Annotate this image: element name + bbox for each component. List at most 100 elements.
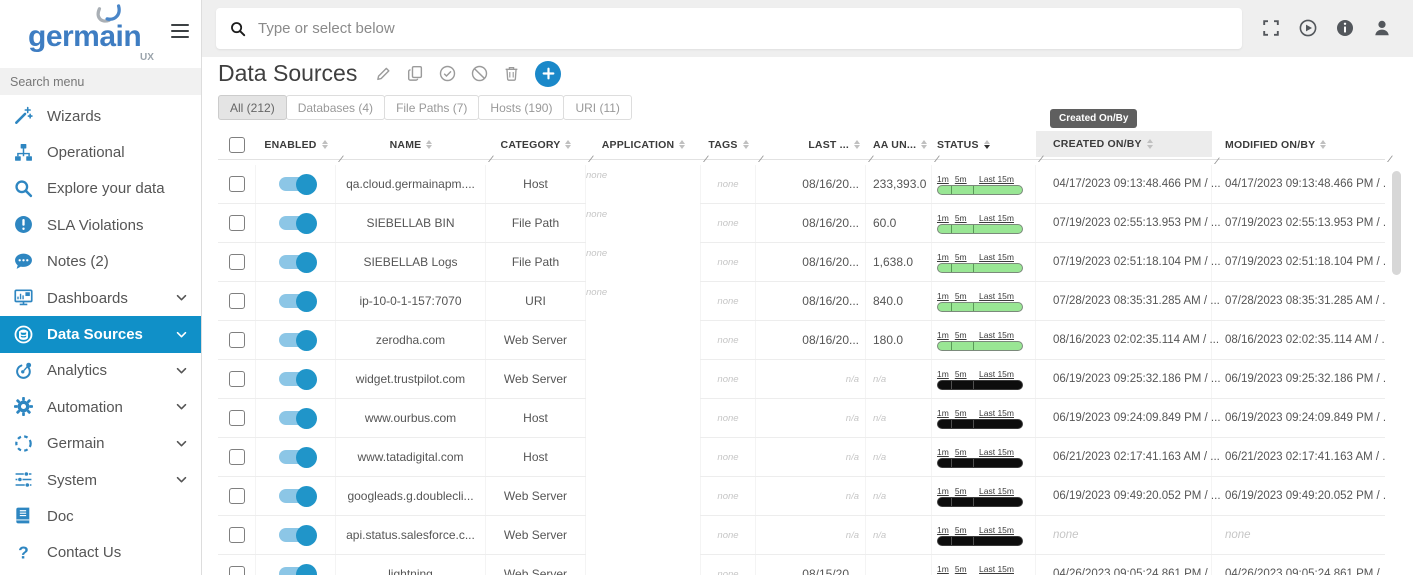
table-row[interactable]: ...lightning... Web Server none none 08/…	[218, 555, 1385, 575]
status-range-last15m[interactable]: Last 15m	[979, 252, 1014, 262]
status-range-5m[interactable]: 5m	[955, 564, 967, 574]
sort-icon[interactable]	[322, 140, 328, 150]
info-icon[interactable]	[1336, 19, 1354, 37]
table-row[interactable]: SIEBELLAB BIN File Path Siebel Enterpris…	[218, 204, 1385, 243]
column-header-last[interactable]: LAST ...∕∕	[756, 134, 866, 155]
select-all-checkbox[interactable]	[229, 137, 245, 153]
status-range-5m[interactable]: 5m	[955, 447, 967, 457]
status-widget[interactable]: 1m 5m Last 15m	[937, 564, 1023, 575]
fullscreen-icon[interactable]	[1262, 19, 1280, 37]
row-checkbox[interactable]	[229, 488, 245, 504]
enable-button[interactable]	[439, 65, 457, 83]
status-range-5m[interactable]: 5m	[955, 525, 967, 535]
enabled-toggle[interactable]	[279, 411, 313, 425]
sidebar-item-dashboards[interactable]: Dashboards	[0, 280, 201, 316]
sidebar-item-explore-your-data[interactable]: Explore your data	[0, 171, 201, 207]
row-checkbox[interactable]	[229, 254, 245, 270]
table-row[interactable]: ip-10-0-1-157:7070 URI Apache ZooKeeper …	[218, 282, 1385, 321]
status-range-1m[interactable]: 1m	[937, 291, 949, 301]
delete-button[interactable]	[503, 65, 521, 83]
row-checkbox[interactable]	[229, 527, 245, 543]
sort-icon[interactable]	[1320, 140, 1326, 150]
row-checkbox[interactable]	[229, 566, 245, 575]
status-range-1m[interactable]: 1m	[937, 486, 949, 496]
sort-icon[interactable]	[565, 140, 571, 150]
table-row[interactable]: SIEBELLAB Logs File Path Siebel Enterpri…	[218, 243, 1385, 282]
enabled-toggle[interactable]	[279, 450, 313, 464]
column-header-status[interactable]: STATUS∕∕	[932, 134, 1036, 155]
column-header-modified-on-by[interactable]: MODIFIED ON/BY∕∕	[1212, 134, 1385, 155]
column-header-tags[interactable]: TAGS∕∕	[701, 134, 756, 155]
row-checkbox[interactable]	[229, 215, 245, 231]
disable-button[interactable]	[471, 65, 489, 83]
tab-file-paths-7[interactable]: File Paths (7)	[384, 95, 479, 120]
table-row[interactable]: zerodha.com Web Server none none 08/16/2…	[218, 321, 1385, 360]
status-widget[interactable]: 1m 5m Last 15m	[937, 525, 1023, 546]
enabled-toggle[interactable]	[279, 216, 313, 230]
status-widget[interactable]: 1m 5m Last 15m	[937, 447, 1023, 468]
sidebar-item-doc[interactable]: Doc	[0, 498, 201, 534]
row-checkbox[interactable]	[229, 176, 245, 192]
table-row[interactable]: googleads.g.doublecli... Web Server none…	[218, 477, 1385, 516]
sidebar-item-automation[interactable]: Automation	[0, 389, 201, 425]
status-range-last15m[interactable]: Last 15m	[979, 291, 1014, 301]
status-range-5m[interactable]: 5m	[955, 213, 967, 223]
add-button[interactable]	[535, 61, 561, 87]
sidebar-item-system[interactable]: System	[0, 462, 201, 498]
status-range-1m[interactable]: 1m	[937, 408, 949, 418]
status-widget[interactable]: 1m 5m Last 15m	[937, 213, 1023, 234]
enabled-toggle[interactable]	[279, 255, 313, 269]
status-range-1m[interactable]: 1m	[937, 330, 949, 340]
status-range-1m[interactable]: 1m	[937, 369, 949, 379]
edit-button[interactable]	[375, 65, 393, 83]
row-checkbox[interactable]	[229, 449, 245, 465]
status-widget[interactable]: 1m 5m Last 15m	[937, 174, 1023, 195]
table-row[interactable]: api.status.salesforce.c... Web Server no…	[218, 516, 1385, 555]
tab-all-212[interactable]: All (212)	[218, 95, 287, 120]
status-range-last15m[interactable]: Last 15m	[979, 408, 1014, 418]
sidebar-item-notes-2[interactable]: Notes (2)	[0, 244, 201, 280]
sort-icon[interactable]	[921, 140, 927, 150]
sort-icon[interactable]	[1147, 139, 1153, 149]
scrollbar[interactable]	[1392, 169, 1401, 571]
enabled-toggle[interactable]	[279, 372, 313, 386]
scrollbar-thumb[interactable]	[1392, 171, 1401, 275]
status-range-5m[interactable]: 5m	[955, 252, 967, 262]
status-widget[interactable]: 1m 5m Last 15m	[937, 252, 1023, 273]
enabled-toggle[interactable]	[279, 489, 313, 503]
status-range-last15m[interactable]: Last 15m	[979, 174, 1014, 184]
sidebar-item-analytics[interactable]: Analytics	[0, 353, 201, 389]
table-row[interactable]: qa.cloud.germainapm.... Host none none 0…	[218, 165, 1385, 204]
status-range-1m[interactable]: 1m	[937, 174, 949, 184]
status-range-last15m[interactable]: Last 15m	[979, 213, 1014, 223]
duplicate-button[interactable]	[407, 65, 425, 83]
row-checkbox[interactable]	[229, 293, 245, 309]
status-widget[interactable]: 1m 5m Last 15m	[937, 330, 1023, 351]
table-row[interactable]: www.tatadigital.com Host none none n/a n…	[218, 438, 1385, 477]
status-widget[interactable]: 1m 5m Last 15m	[937, 369, 1023, 390]
column-header-aa-un[interactable]: AA UN...∕∕	[866, 134, 932, 155]
status-range-5m[interactable]: 5m	[955, 408, 967, 418]
sidebar-search-input[interactable]	[0, 68, 201, 95]
status-range-1m[interactable]: 1m	[937, 447, 949, 457]
status-range-1m[interactable]: 1m	[937, 525, 949, 535]
status-widget[interactable]: 1m 5m Last 15m	[937, 486, 1023, 507]
status-widget[interactable]: 1m 5m Last 15m	[937, 291, 1023, 312]
sidebar-item-germain[interactable]: Germain	[0, 426, 201, 462]
sidebar-item-contact-us[interactable]: ? Contact Us	[0, 535, 201, 571]
column-header-category[interactable]: CATEGORY∕∕	[486, 134, 586, 155]
status-range-last15m[interactable]: Last 15m	[979, 486, 1014, 496]
row-checkbox[interactable]	[229, 410, 245, 426]
hamburger-menu-icon[interactable]	[171, 24, 189, 42]
row-checkbox[interactable]	[229, 371, 245, 387]
enabled-toggle[interactable]	[279, 294, 313, 308]
tab-uri-11[interactable]: URI (11)	[563, 95, 631, 120]
enabled-toggle[interactable]	[279, 177, 313, 191]
column-header-created-on-by[interactable]: CREATED ON/BY∕∕	[1036, 131, 1212, 157]
status-range-5m[interactable]: 5m	[955, 486, 967, 496]
status-range-last15m[interactable]: Last 15m	[979, 369, 1014, 379]
status-range-5m[interactable]: 5m	[955, 330, 967, 340]
sort-icon[interactable]	[679, 140, 685, 150]
user-icon[interactable]	[1373, 19, 1391, 37]
status-range-5m[interactable]: 5m	[955, 291, 967, 301]
